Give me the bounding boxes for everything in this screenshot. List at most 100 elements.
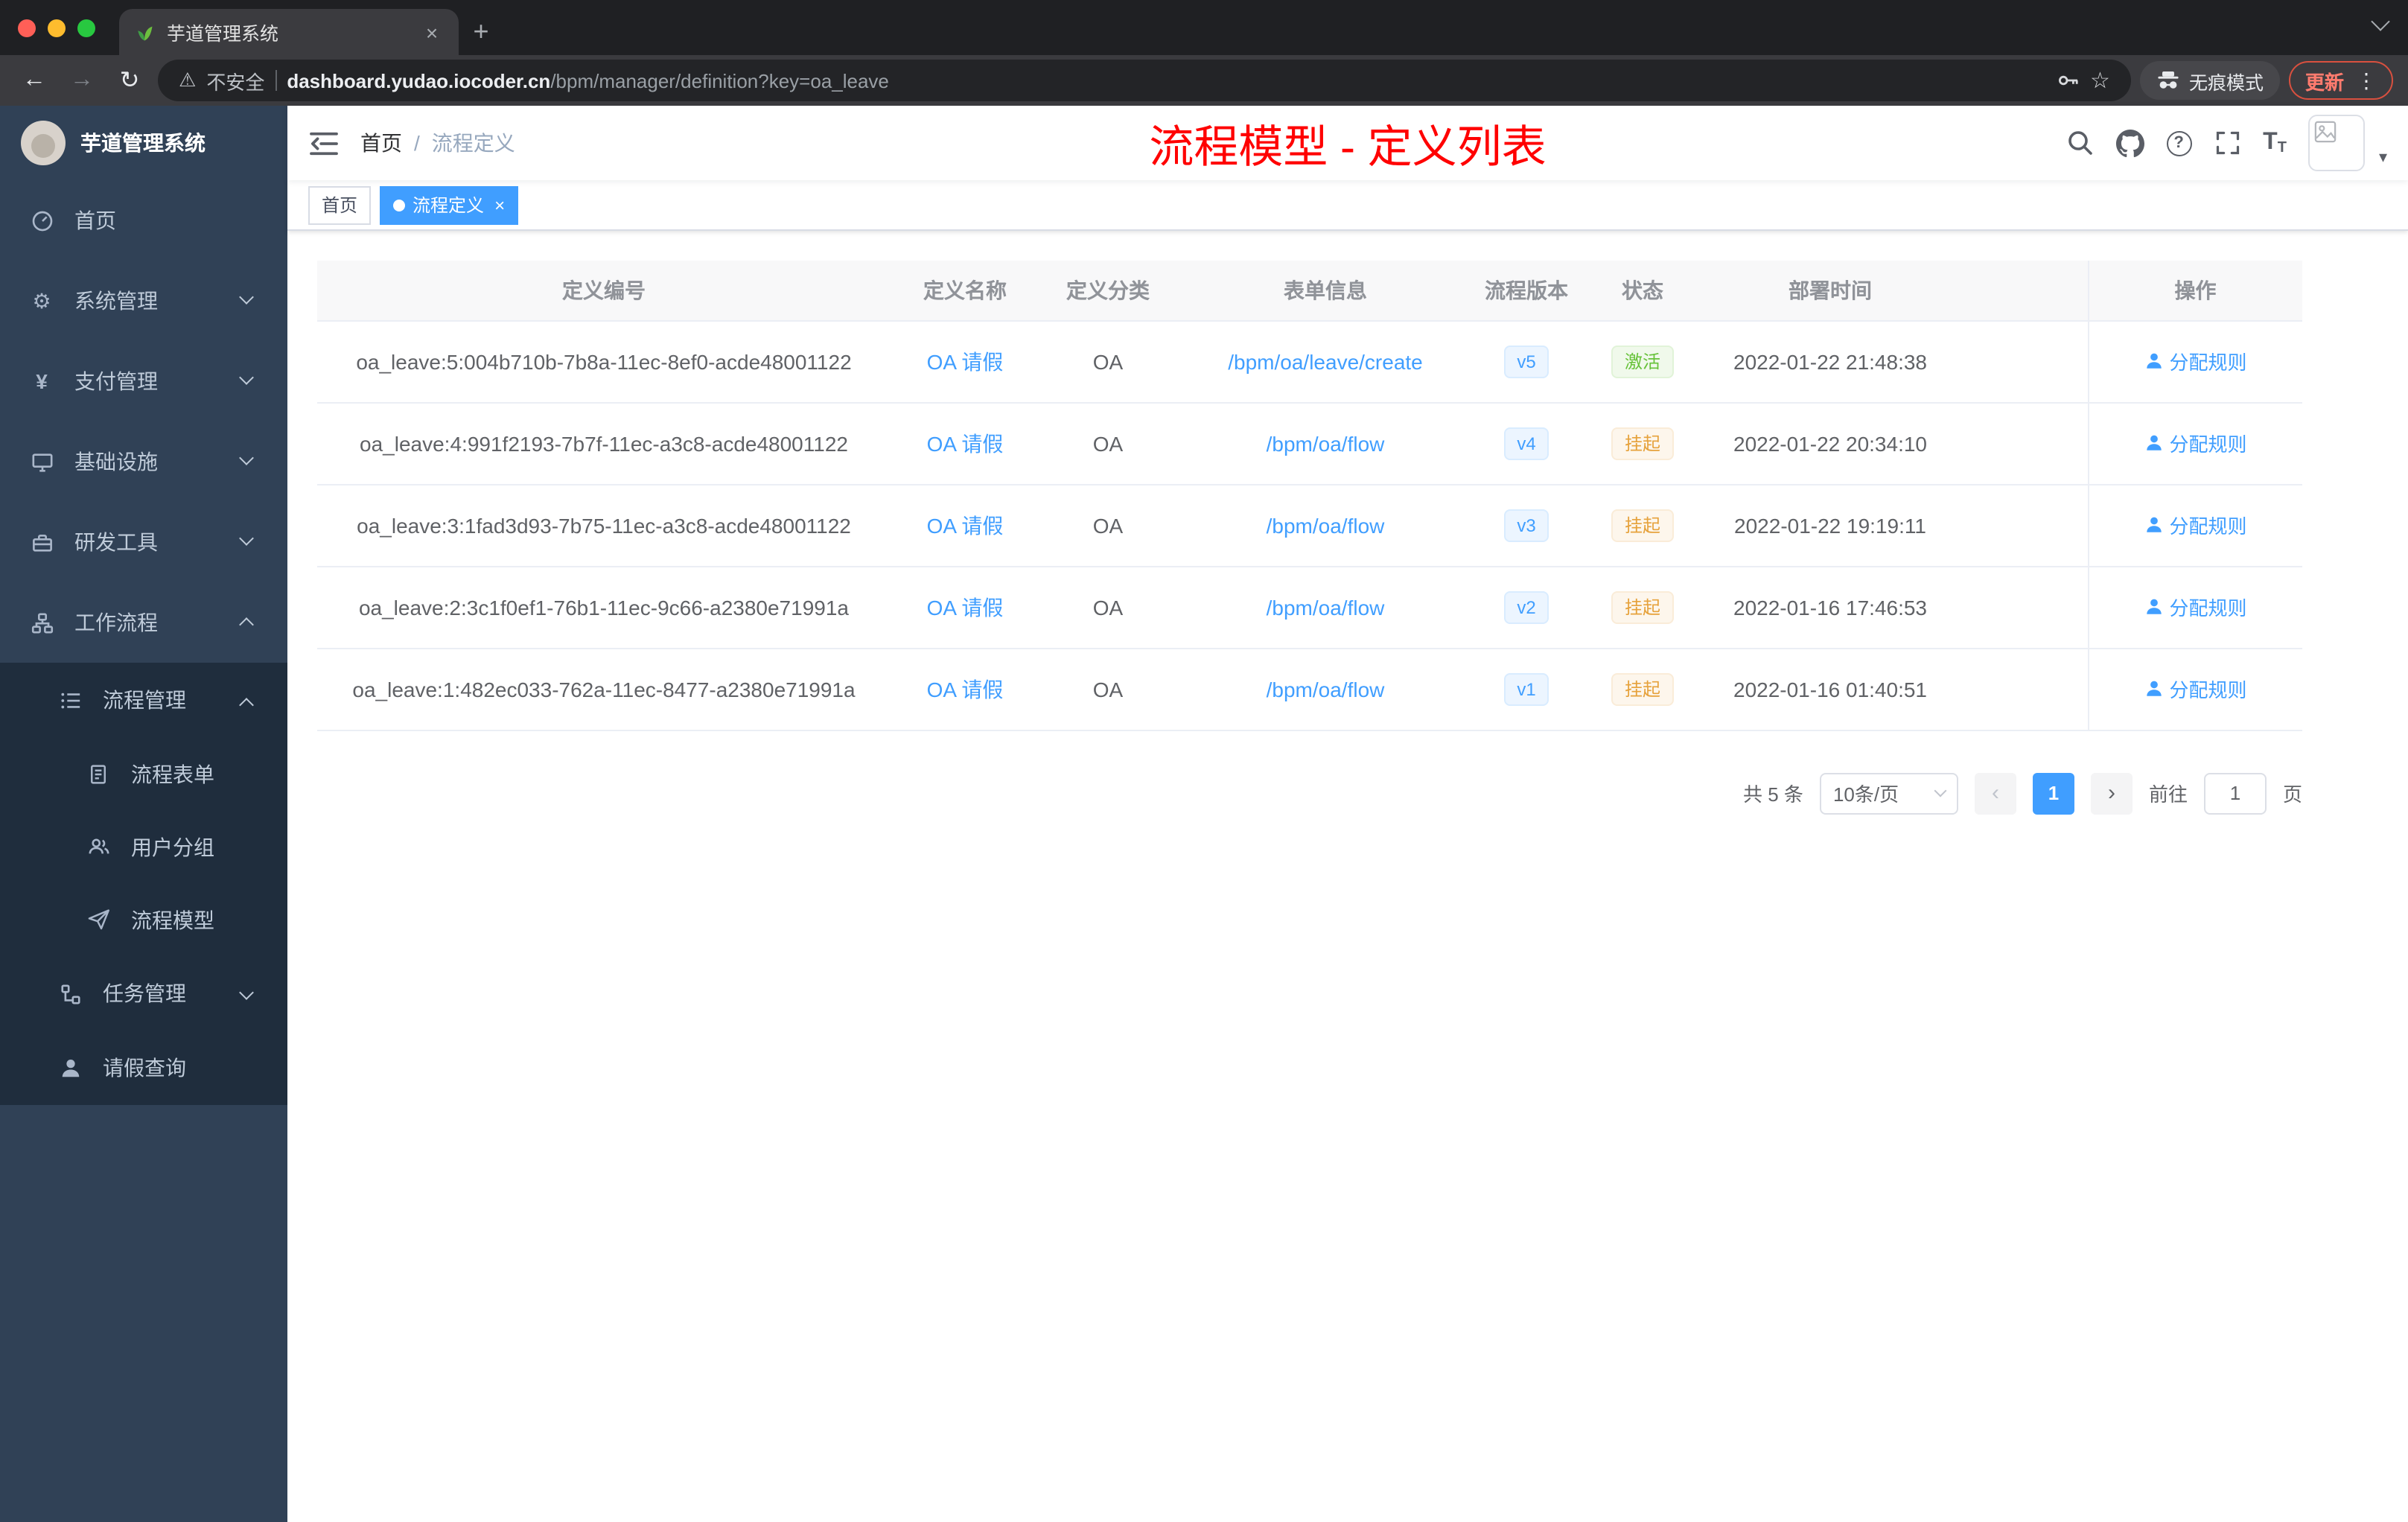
minimize-window-button[interactable]	[48, 19, 66, 36]
page-number-1[interactable]: 1	[2032, 772, 2074, 814]
sidebar-item-home[interactable]: 首页	[0, 180, 287, 261]
address-bar[interactable]: ⚠ 不安全 dashboard.yudao.iocoder.cn /bpm/ma…	[158, 60, 2131, 101]
form-link[interactable]: /bpm/oa/leave/create	[1228, 349, 1423, 373]
tag-process-definition[interactable]: 流程定义 ×	[380, 185, 519, 224]
form-link[interactable]: /bpm/oa/flow	[1267, 595, 1385, 619]
sidebar-item-task-management[interactable]: 任务管理	[0, 956, 287, 1031]
status-badge: 挂起	[1611, 590, 1674, 623]
chevron-down-icon	[239, 450, 254, 465]
password-key-icon[interactable]	[2056, 69, 2080, 92]
fullscreen-icon[interactable]	[2214, 130, 2240, 156]
sidebar-item-user-group[interactable]: 用户分组	[0, 810, 287, 883]
tag-close-icon[interactable]: ×	[494, 194, 505, 215]
tag-home[interactable]: 首页	[308, 185, 372, 224]
cell-definition-id: oa_leave:4:991f2193-7b7f-11ec-a3c8-acde4…	[317, 402, 891, 485]
new-tab-button[interactable]: +	[459, 9, 503, 55]
browser-menu-icon[interactable]: ⋮	[2356, 68, 2377, 93]
reload-button[interactable]: ↻	[110, 61, 149, 100]
definition-name-link[interactable]: OA 请假	[927, 349, 1004, 373]
cell-deploy-time: 2022-01-22 20:34:10	[1707, 402, 1954, 485]
cell-status: 挂起	[1579, 566, 1707, 649]
assign-rule-link[interactable]: 分配规则	[2144, 347, 2247, 375]
status-badge: 激活	[1611, 345, 1674, 378]
assign-rule-link[interactable]: 分配规则	[2144, 675, 2247, 703]
tab-close-icon[interactable]: ×	[420, 20, 444, 44]
sidebar-item-label: 支付管理	[74, 369, 158, 393]
chevron-down-icon	[239, 370, 254, 385]
prev-page-button[interactable]: ‹	[1974, 772, 2016, 814]
cell-category: OA	[1039, 320, 1176, 403]
security-label[interactable]: 不安全	[206, 66, 264, 95]
pagination-total: 共 5 条	[1743, 783, 1803, 806]
cell-definition-id: oa_leave:5:004b710b-7b8a-11ec-8ef0-acde4…	[317, 320, 891, 403]
sidebar-item-label: 任务管理	[103, 981, 186, 1005]
cell-deploy-time: 2022-01-22 21:48:38	[1707, 320, 1954, 403]
sidebar-item-label: 研发工具	[74, 530, 158, 554]
sidebar-item-system[interactable]: ⚙ 系统管理	[0, 261, 287, 341]
sidebar-item-label: 流程表单	[131, 762, 214, 786]
github-icon[interactable]	[2115, 129, 2144, 157]
form-link[interactable]: /bpm/oa/flow	[1267, 677, 1385, 701]
forward-button[interactable]: →	[63, 61, 101, 100]
cell-form-info: /bpm/oa/flow	[1176, 566, 1474, 649]
tab-search-chevron-icon[interactable]	[2371, 12, 2390, 31]
assign-rule-link[interactable]: 分配规则	[2144, 511, 2247, 539]
list-icon	[57, 689, 83, 711]
sidebar-item-process-model[interactable]: 流程模型	[0, 883, 287, 956]
zoom-window-button[interactable]	[77, 19, 95, 36]
font-size-icon[interactable]: TT	[2263, 130, 2287, 156]
sidebar-item-process-management[interactable]: 流程管理	[0, 663, 287, 737]
goto-page-input[interactable]	[2203, 772, 2267, 814]
sidebar-collapse-button[interactable]	[287, 106, 360, 180]
chevron-up-icon	[239, 698, 254, 713]
assign-rule-link[interactable]: 分配规则	[2144, 593, 2247, 621]
form-link[interactable]: /bpm/oa/flow	[1267, 431, 1385, 455]
sidebar-item-leave-query[interactable]: 请假查询	[0, 1031, 287, 1105]
avatar-caret-icon[interactable]: ▾	[2379, 147, 2387, 171]
sidebar-item-dev-tools[interactable]: 研发工具	[0, 502, 287, 582]
goto-label: 前往	[2148, 783, 2188, 806]
next-page-button[interactable]: ›	[2090, 772, 2133, 814]
cell-filler	[1954, 484, 2088, 567]
back-button[interactable]: ←	[15, 61, 54, 100]
col-definition-name: 定义名称	[891, 261, 1039, 321]
col-status: 状态	[1579, 261, 1707, 321]
url-host: dashboard.yudao.iocoder.cn	[287, 69, 551, 92]
definition-name-link[interactable]: OA 请假	[927, 513, 1004, 537]
sidebar-item-workflow[interactable]: 工作流程	[0, 582, 287, 663]
cell-version: v1	[1474, 648, 1579, 730]
sidebar-logo[interactable]: 芋道管理系统	[0, 106, 287, 180]
search-icon[interactable]	[2066, 130, 2093, 156]
cell-filler	[1954, 320, 2088, 403]
cell-definition-id: oa_leave:1:482ec033-762a-11ec-8477-a2380…	[317, 648, 891, 730]
definition-name-link[interactable]: OA 请假	[927, 595, 1004, 619]
close-window-button[interactable]	[18, 19, 36, 36]
col-version: 流程版本	[1474, 261, 1579, 321]
browser-update-button[interactable]: 更新 ⋮	[2288, 61, 2393, 100]
table-row: oa_leave:5:004b710b-7b8a-11ec-8ef0-acde4…	[317, 320, 2302, 403]
breadcrumb-home[interactable]: 首页	[360, 128, 402, 158]
bookmark-star-icon[interactable]: ☆	[2090, 67, 2110, 94]
cell-action: 分配规则	[2087, 484, 2302, 567]
user-group-icon	[85, 835, 112, 858]
form-link[interactable]: /bpm/oa/flow	[1267, 513, 1385, 537]
sidebar-item-label: 用户分组	[131, 835, 214, 859]
page-content: 定义编号 定义名称 定义分类 表单信息 流程版本 状态 部署时间 操作 oa_l…	[287, 231, 2408, 1522]
definition-name-link[interactable]: OA 请假	[927, 431, 1004, 455]
browser-tab[interactable]: 芋道管理系统 ×	[119, 9, 459, 55]
avatar[interactable]	[2308, 115, 2366, 171]
assign-rule-link[interactable]: 分配规则	[2144, 429, 2247, 457]
cell-deploy-time: 2022-01-16 01:40:51	[1707, 648, 1954, 730]
version-tag: v4	[1503, 427, 1549, 459]
page-size-select[interactable]: 10条/页	[1819, 772, 1958, 814]
sidebar-item-payment[interactable]: ¥ 支付管理	[0, 341, 287, 421]
chevron-down-icon	[239, 290, 254, 305]
help-icon[interactable]: ?	[2166, 130, 2192, 156]
table-row: oa_leave:3:1fad3d93-7b75-11ec-a3c8-acde4…	[317, 484, 2302, 567]
definition-name-link[interactable]: OA 请假	[927, 677, 1004, 701]
table-row: oa_leave:4:991f2193-7b7f-11ec-a3c8-acde4…	[317, 402, 2302, 485]
sidebar-item-infrastructure[interactable]: 基础设施	[0, 421, 287, 502]
table-header-row: 定义编号 定义名称 定义分类 表单信息 流程版本 状态 部署时间 操作	[317, 261, 2302, 321]
not-secure-warning-icon: ⚠	[179, 69, 197, 91]
sidebar-item-process-form[interactable]: 流程表单	[0, 737, 287, 810]
